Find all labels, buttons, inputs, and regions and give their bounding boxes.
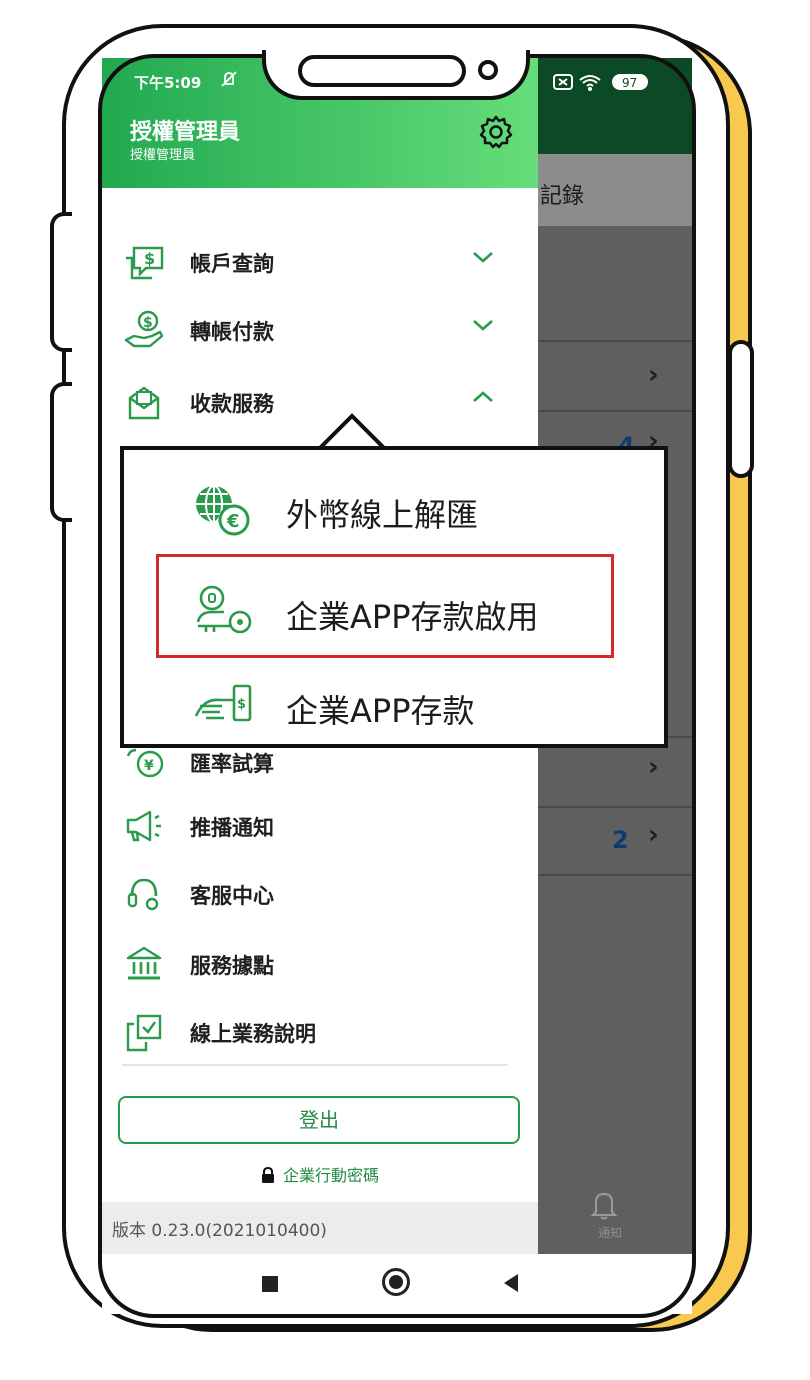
menu-label: 推播通知 xyxy=(190,816,274,840)
megaphone-icon xyxy=(126,810,161,842)
chevron-down-icon[interactable] xyxy=(468,242,498,272)
background-tab: 記錄 xyxy=(538,154,692,226)
collection-service-icon xyxy=(128,386,160,420)
lock-icon xyxy=(261,1166,275,1187)
menu-label: 帳戶查詢 xyxy=(190,252,274,276)
version-bar: 版本 0.23.0(2021010400) xyxy=(102,1202,538,1254)
chevron-down-icon[interactable] xyxy=(468,310,498,340)
background-badge: 2 xyxy=(612,826,629,854)
submenu-item-app-deposit[interactable]: $ 企業APP存款 xyxy=(124,658,664,754)
submenu-label: 外幣線上解匯 xyxy=(286,496,479,534)
battery-level: 97 xyxy=(622,76,637,90)
menu-item-customer-service[interactable]: 客服中心 xyxy=(102,864,538,924)
volume-down-button xyxy=(50,382,72,522)
background-status-icons: 97 xyxy=(552,70,662,100)
headset-icon xyxy=(127,878,159,911)
background-chevron-right-icon: › xyxy=(648,820,659,850)
bottom-nav-notify-label[interactable]: 通知 xyxy=(598,1224,622,1241)
menu-label: 客服中心 xyxy=(190,884,274,908)
version-text: 版本 0.23.0(2021010400) xyxy=(112,1221,327,1241)
user-name: 授權管理員 xyxy=(130,120,241,145)
menu-item-push-notify[interactable]: 推播通知 xyxy=(102,796,538,856)
logout-button[interactable]: 登出 xyxy=(118,1096,520,1144)
system-nav-bar xyxy=(102,1254,692,1314)
chevron-up-icon[interactable] xyxy=(468,382,498,412)
globe-euro-icon: € xyxy=(196,485,250,536)
background-tab-label: 記錄 xyxy=(540,184,585,209)
transfer-payment-icon: $ xyxy=(124,310,164,348)
background-chevron-right-icon: › xyxy=(648,360,659,390)
menu-label: 轉帳付款 xyxy=(190,320,274,344)
power-button xyxy=(728,340,754,478)
bell-icon[interactable] xyxy=(586,1186,622,1222)
front-camera xyxy=(478,60,498,80)
bank-icon xyxy=(126,946,162,980)
svg-text:$: $ xyxy=(237,697,246,712)
back-button[interactable] xyxy=(504,1274,518,1292)
background-divider xyxy=(538,806,692,808)
svg-text:¥: ¥ xyxy=(144,758,154,774)
mobile-password-label: 企業行動密碼 xyxy=(282,1166,379,1185)
drawer-divider xyxy=(122,1064,508,1066)
menu-item-service-locations[interactable]: 服務據點 xyxy=(102,934,538,994)
submenu-label: 企業APP存款 xyxy=(286,692,475,730)
speaker-grill xyxy=(298,55,466,87)
mute-icon xyxy=(220,70,238,93)
status-time: 下午5:09 xyxy=(134,74,202,92)
volume-up-button xyxy=(50,212,72,352)
menu-label: 收款服務 xyxy=(190,392,274,416)
background-chevron-right-icon: › xyxy=(648,752,659,782)
background-divider xyxy=(538,410,692,412)
submenu-item-fx-remittance[interactable]: € 外幣線上解匯 xyxy=(124,462,664,558)
menu-item-account-query[interactable]: $ 帳戶查詢 xyxy=(102,232,538,292)
background-divider xyxy=(538,874,692,876)
user-role: 授權管理員 xyxy=(130,148,196,163)
menu-item-online-guide[interactable]: 線上業務說明 xyxy=(102,1002,538,1062)
background-divider xyxy=(538,340,692,342)
settings-gear-icon[interactable] xyxy=(478,114,514,150)
menu-label: 服務據點 xyxy=(190,954,274,978)
hand-deposit-icon: $ xyxy=(194,684,252,722)
account-query-icon: $ xyxy=(126,246,164,280)
menu-label: 線上業務說明 xyxy=(190,1022,316,1046)
mobile-password-link[interactable]: 企業行動密碼 xyxy=(102,1162,538,1187)
svg-text:$: $ xyxy=(143,315,153,331)
highlight-box xyxy=(156,554,614,658)
menu-item-transfer-payment[interactable]: $ 轉帳付款 xyxy=(102,300,538,360)
online-guide-icon xyxy=(126,1014,162,1052)
home-button[interactable] xyxy=(382,1268,410,1296)
svg-text:€: € xyxy=(226,511,240,532)
svg-text:$: $ xyxy=(144,249,155,268)
recent-apps-button[interactable] xyxy=(262,1276,278,1292)
